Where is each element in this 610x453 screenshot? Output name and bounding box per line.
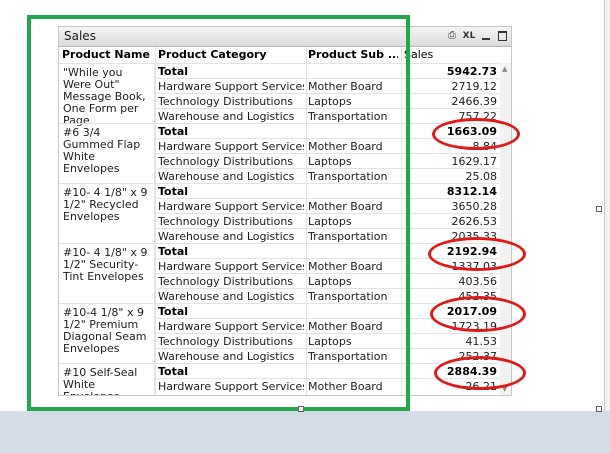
resize-handle[interactable] [298,406,304,412]
maximize-icon[interactable] [496,30,508,42]
sales-value-cell: 3650.28 [451,200,498,213]
sales-value-cell: 41.53 [465,335,498,348]
resize-handle[interactable] [596,206,602,212]
sales-value-cell: 2466.39 [451,95,498,108]
print-icon[interactable]: ⎙ [446,30,458,42]
vertical-scrollbar[interactable]: ▲ ▼ [500,63,511,395]
sales-value-cell: 2719.12 [451,80,498,93]
green-highlight-frame [27,15,410,411]
resize-handle[interactable] [596,406,602,412]
xl-export-icon[interactable]: XL [462,30,476,42]
scroll-up-icon[interactable]: ▲ [502,65,507,73]
caption-icons: ⎙ XL [446,30,508,42]
right-scroll-panel[interactable] [604,0,610,411]
sales-value-cell: 2626.53 [451,215,498,228]
sales-value-cell: 5942.73 [446,65,497,78]
red-highlight-ring [432,118,520,150]
sales-value-cell: 1629.17 [451,155,498,168]
sales-value-cell: 8312.14 [446,185,497,198]
header-sales[interactable]: Sales [404,47,474,62]
red-highlight-ring [434,356,526,390]
red-highlight-ring [428,237,526,271]
sales-value-cell: 25.08 [465,170,498,183]
red-highlight-ring [430,296,526,332]
sales-value-cell: 403.56 [458,275,498,288]
minimize-icon[interactable] [480,30,492,42]
